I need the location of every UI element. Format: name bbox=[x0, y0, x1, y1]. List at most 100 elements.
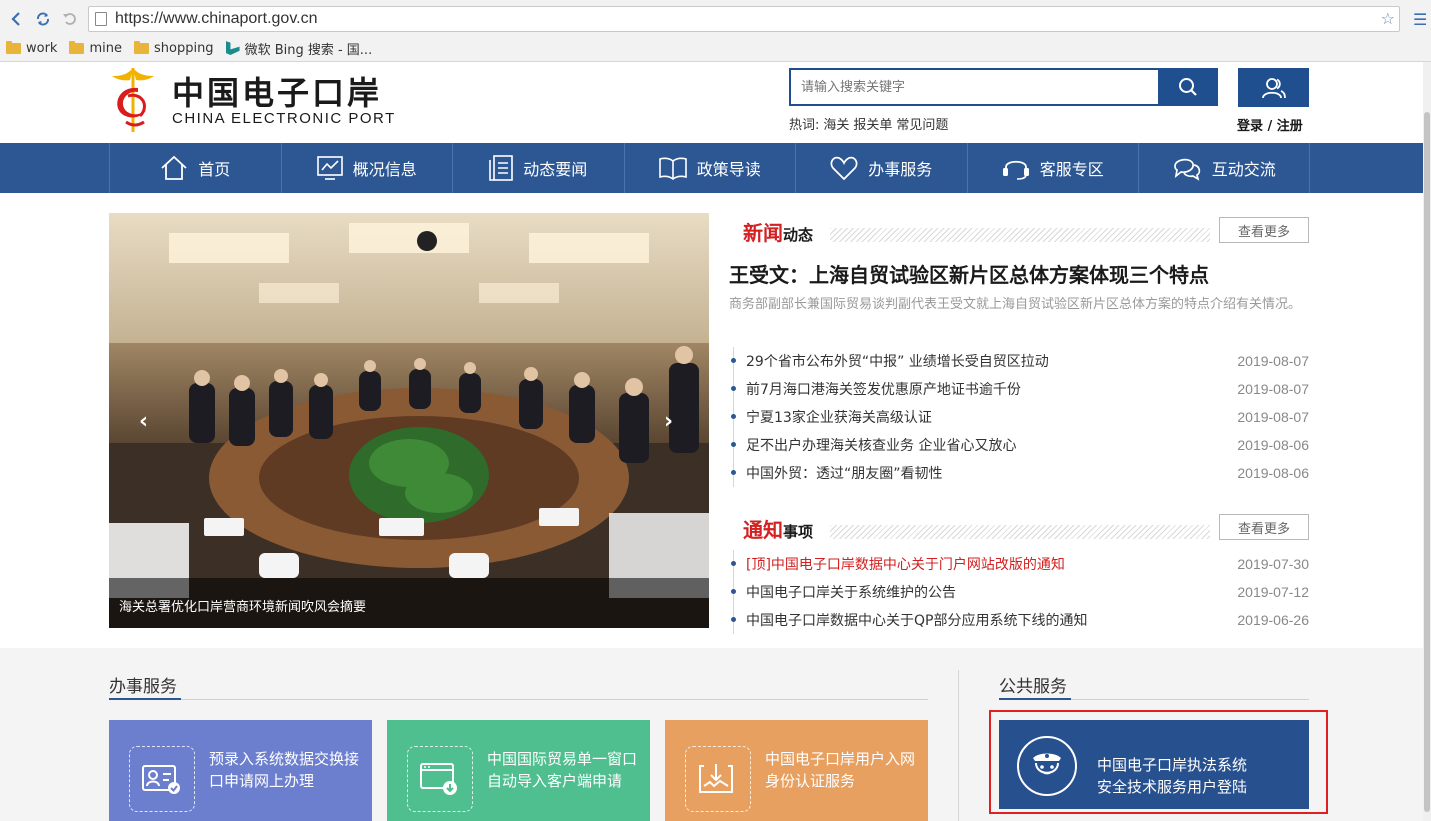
logo-title-en: CHINA ELECTRONIC PORT bbox=[172, 110, 396, 127]
chat-icon bbox=[1173, 158, 1200, 181]
news-carousel[interactable]: ‹ › 海关总署优化口岸营商环境新闻吹风会摘要 bbox=[109, 213, 709, 628]
hot-word-link[interactable]: 常见问题 bbox=[896, 118, 948, 133]
nav-label: 首页 bbox=[198, 160, 231, 179]
notice-item-date: 2019-07-30 bbox=[1237, 556, 1309, 572]
hot-word-link[interactable]: 海关 bbox=[823, 118, 849, 133]
nav-label: 政策导读 bbox=[696, 160, 761, 179]
home-icon bbox=[161, 155, 187, 180]
login-register-link[interactable]: 登录 / 注册 bbox=[1237, 115, 1303, 134]
list-item[interactable]: 中国电子口岸关于系统维护的公告 2019-07-12 bbox=[731, 578, 1309, 606]
list-item[interactable]: 29个省市公布外贸“中报” 业绩增长受自贸区拉动 2019-08-07 bbox=[731, 347, 1309, 375]
list-item[interactable]: 中国外贸：透过“朋友圈”看韧性 2019-08-06 bbox=[731, 459, 1309, 487]
highlight-box bbox=[989, 710, 1328, 814]
nav-item-customer-service[interactable]: 客服专区 bbox=[966, 143, 1139, 193]
star-icon[interactable]: ☆ bbox=[1381, 9, 1395, 28]
service-card-data-exchange[interactable]: 预录入系统数据交换接口申请网上办理 bbox=[109, 720, 372, 821]
bookmark-work[interactable]: work bbox=[6, 40, 57, 56]
notice-item-title: [顶]中国电子口岸数据中心关于门户网站改版的通知 bbox=[746, 557, 1065, 573]
section-divider bbox=[958, 670, 959, 821]
bookmarks-bar: work mine shopping 微软 Bing 搜索 - 国... bbox=[0, 36, 378, 60]
back-icon[interactable] bbox=[6, 9, 26, 29]
bookmark-mine[interactable]: mine bbox=[69, 40, 122, 56]
document-icon bbox=[489, 155, 514, 181]
service-card-label: 预录入系统数据交换接口申请网上办理 bbox=[209, 750, 360, 790]
news-item-date: 2019-08-07 bbox=[1237, 409, 1309, 425]
news-summary: 商务部副部长兼国际贸易谈判副代表王受文就上海自贸试验区新片区总体方案的特点介绍有… bbox=[729, 297, 1302, 312]
news-item-title: 中国外贸：透过“朋友圈”看韧性 bbox=[746, 466, 943, 482]
certificate-icon bbox=[685, 746, 751, 812]
notice-title-stripes bbox=[830, 525, 1210, 539]
news-list: 29个省市公布外贸“中报” 业绩增长受自贸区拉动 2019-08-07 前7月海口… bbox=[731, 347, 1309, 487]
folder-icon bbox=[133, 40, 149, 54]
nav-item-overview[interactable]: 概况信息 bbox=[280, 143, 453, 193]
logo-emblem-icon[interactable] bbox=[108, 66, 158, 132]
nav-label: 客服专区 bbox=[1039, 160, 1104, 179]
nav-item-home[interactable]: 首页 bbox=[109, 143, 281, 193]
heart-icon bbox=[830, 156, 858, 181]
nav-item-interaction[interactable]: 互动交流 bbox=[1138, 143, 1310, 193]
bing-icon bbox=[225, 41, 240, 55]
news-headline[interactable]: 王受文：上海自贸试验区新片区总体方案体现三个特点 bbox=[729, 259, 1209, 288]
news-item-title: 足不出户办理海关核查业务 企业省心又放心 bbox=[746, 438, 1017, 454]
user-button[interactable] bbox=[1238, 68, 1309, 107]
news-item-date: 2019-08-06 bbox=[1237, 465, 1309, 481]
news-item-date: 2019-08-07 bbox=[1237, 381, 1309, 397]
notice-title-red: 通知 bbox=[743, 518, 783, 542]
bookmark-shopping[interactable]: shopping bbox=[133, 40, 214, 56]
book-icon bbox=[658, 157, 687, 180]
news-item-title: 前7月海口港海关签发优惠原产地证书逾千份 bbox=[746, 382, 1021, 398]
list-item[interactable]: 前7月海口港海关签发优惠原产地证书逾千份 2019-08-07 bbox=[731, 375, 1309, 403]
service-card-identity-auth[interactable]: 中国电子口岸用户入网身份认证服务 bbox=[665, 720, 928, 821]
public-services-title: 公共服务 bbox=[999, 677, 1067, 697]
nav-item-services[interactable]: 办事服务 bbox=[795, 143, 967, 193]
url-text: https://www.chinaport.gov.cn bbox=[115, 10, 318, 27]
folder-icon bbox=[69, 40, 85, 54]
undo-icon[interactable] bbox=[60, 9, 80, 29]
notice-item-title: 中国电子口岸关于系统维护的公告 bbox=[746, 585, 956, 601]
id-card-icon bbox=[129, 746, 195, 812]
address-bar[interactable]: https://www.chinaport.gov.cn ☆ bbox=[88, 6, 1400, 32]
search-button[interactable] bbox=[1158, 68, 1218, 106]
service-card-single-window[interactable]: 中国国际贸易单一窗口自动导入客户端申请 bbox=[387, 720, 650, 821]
notice-item-title: 中国电子口岸数据中心关于QP部分应用系统下线的通知 bbox=[746, 613, 1088, 629]
carousel-prev-icon[interactable]: ‹ bbox=[139, 409, 148, 434]
refresh-icon[interactable] bbox=[33, 9, 53, 29]
news-title-dark: 动态 bbox=[783, 226, 814, 244]
folder-icon bbox=[6, 40, 21, 54]
bookmark-bing[interactable]: 微软 Bing 搜索 - 国... bbox=[225, 39, 372, 58]
menu-icon[interactable]: ☰ bbox=[1413, 10, 1427, 29]
carousel-caption[interactable]: 海关总署优化口岸营商环境新闻吹风会摘要 bbox=[109, 578, 709, 628]
search-icon bbox=[1179, 78, 1197, 96]
news-more-button[interactable]: 查看更多 bbox=[1219, 217, 1309, 243]
list-item[interactable]: 宁夏13家企业获海关高级认证 2019-08-07 bbox=[731, 403, 1309, 431]
list-item[interactable]: [顶]中国电子口岸数据中心关于门户网站改版的通知 2019-07-30 bbox=[731, 550, 1309, 578]
news-section-title: 新闻动态 bbox=[743, 217, 813, 246]
chart-icon bbox=[316, 156, 343, 180]
hot-label: 热词: bbox=[789, 118, 820, 133]
download-window-icon bbox=[407, 746, 473, 812]
nav-item-news[interactable]: 动态要闻 bbox=[452, 143, 624, 193]
conference-photo bbox=[109, 213, 709, 628]
nav-item-policy[interactable]: 政策导读 bbox=[623, 143, 796, 193]
hot-words: 热词: 海关 报关单 常见问题 bbox=[789, 114, 952, 133]
carousel-next-icon[interactable]: › bbox=[664, 409, 673, 434]
notice-title-dark: 事项 bbox=[783, 523, 814, 541]
users-icon bbox=[1261, 77, 1286, 98]
news-title-red: 新闻 bbox=[743, 221, 783, 245]
nav-label: 办事服务 bbox=[868, 160, 933, 179]
list-item[interactable]: 中国电子口岸数据中心关于QP部分应用系统下线的通知 2019-06-26 bbox=[731, 606, 1309, 634]
page-icon bbox=[95, 12, 107, 26]
search-input[interactable] bbox=[789, 68, 1158, 106]
site-header: 中国电子口岸 CHINA ELECTRONIC PORT 热词:海关报关单常见问… bbox=[0, 62, 1423, 143]
news-item-date: 2019-08-07 bbox=[1237, 353, 1309, 369]
notice-more-button[interactable]: 查看更多 bbox=[1219, 514, 1309, 540]
logo-title-cn[interactable]: 中国电子口岸 bbox=[172, 68, 382, 114]
headset-icon bbox=[1002, 160, 1029, 180]
nav-label: 动态要闻 bbox=[523, 160, 588, 179]
main-content: ‹ › 海关总署优化口岸营商环境新闻吹风会摘要 新闻动态 查看更多 王受文：上海… bbox=[0, 193, 1423, 648]
public-title-accent bbox=[999, 698, 1071, 700]
list-item[interactable]: 足不出户办理海关核查业务 企业省心又放心 2019-08-06 bbox=[731, 431, 1309, 459]
notice-item-date: 2019-07-12 bbox=[1237, 584, 1309, 600]
scrollbar-thumb[interactable] bbox=[1424, 112, 1430, 812]
hot-word-link[interactable]: 报关单 bbox=[853, 118, 892, 133]
